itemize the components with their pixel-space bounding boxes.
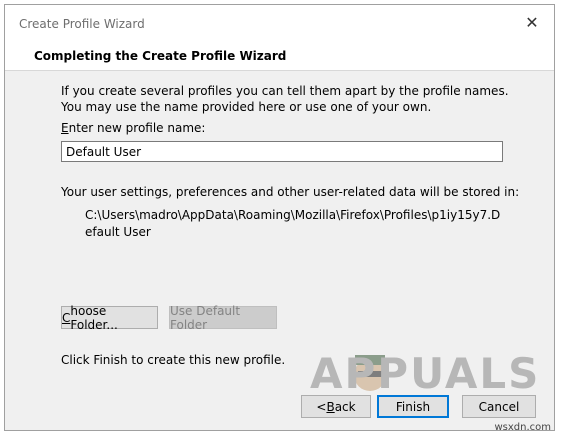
finish-message: Click Finish to create this new profile. xyxy=(61,353,286,367)
back-accel: B xyxy=(326,399,335,414)
profile-name-label-accel: E xyxy=(61,121,69,135)
wizard-content: If you create several profiles you can t… xyxy=(5,71,554,430)
cancel-button[interactable]: Cancel xyxy=(462,395,536,418)
watermark-text: APPUALS xyxy=(310,349,541,398)
window-title: Create Profile Wizard xyxy=(19,17,145,31)
choose-folder-button[interactable]: Choose Folder... xyxy=(61,303,158,332)
back-button[interactable]: < Back xyxy=(301,395,371,418)
site-tag: wsxdn.com xyxy=(494,422,551,433)
watermark-logo: APPUALS xyxy=(310,349,538,398)
choose-folder-accel: C xyxy=(62,310,71,325)
storage-path: C:\Users\madro\AppData\Roaming\Mozilla\F… xyxy=(85,208,501,239)
wizard-header: Completing the Create Profile Wizard xyxy=(5,39,554,71)
choose-folder-label-rest: hoose Folder... xyxy=(70,303,118,332)
profile-name-label-rest: nter new profile name: xyxy=(68,121,206,135)
profile-name-input[interactable] xyxy=(61,141,503,162)
intro-text: If you create several profiles you can t… xyxy=(61,84,509,114)
back-label-rest: ack xyxy=(334,399,356,414)
wizard-window: Create Profile Wizard ✕ Completing the C… xyxy=(4,4,555,431)
close-icon[interactable]: ✕ xyxy=(510,5,554,39)
title-bar: Create Profile Wizard ✕ xyxy=(5,5,554,39)
profile-name-label: Enter new profile name: xyxy=(61,121,205,135)
finish-button[interactable]: Finish xyxy=(377,395,449,418)
storage-label: Your user settings, preferences and othe… xyxy=(61,185,520,199)
use-default-folder-button[interactable]: Use Default Folder xyxy=(169,304,277,332)
back-prefix: < xyxy=(316,399,327,414)
page-title: Completing the Create Profile Wizard xyxy=(34,49,287,63)
